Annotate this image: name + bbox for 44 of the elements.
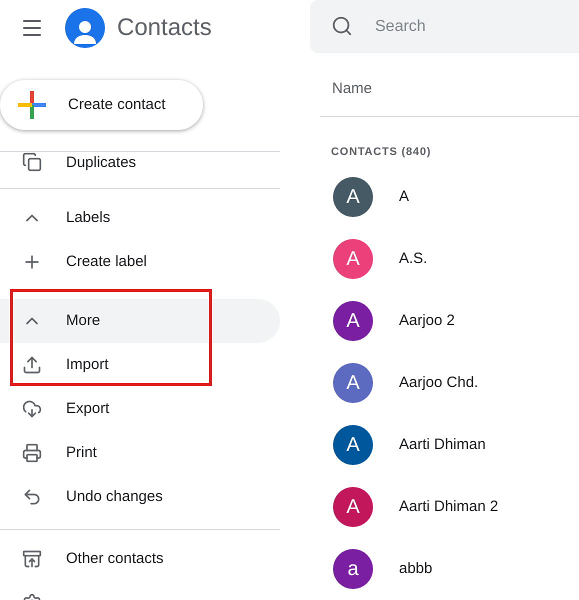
contact-row[interactable]: A A.S. — [320, 228, 579, 290]
app-title: Contacts — [117, 12, 212, 42]
avatar: A — [333, 487, 373, 527]
sidebar-item[interactable]: Duplicates — [0, 152, 280, 188]
contact-row[interactable]: A Aarti Dhiman 2 — [320, 476, 579, 538]
cloud-download-icon — [22, 399, 42, 419]
contact-row[interactable]: A Aarti Dhiman — [320, 414, 579, 476]
plus-icon — [18, 91, 46, 119]
search-icon — [331, 15, 353, 37]
contact-name: A.S. — [399, 248, 428, 269]
sidebar-item[interactable]: Labels — [0, 196, 280, 240]
create-contact-button[interactable]: Create contact — [0, 80, 203, 130]
avatar: A — [333, 425, 373, 465]
sidebar-item[interactable]: Undo changes — [0, 475, 280, 519]
contact-name: Aarjoo Chd. — [399, 372, 478, 393]
duplicates-icon — [22, 152, 42, 172]
contact-name: Aarti Dhiman — [399, 434, 486, 455]
avatar: A — [333, 301, 373, 341]
upload-icon — [22, 355, 42, 375]
avatar: a — [333, 549, 373, 589]
printer-icon — [22, 443, 42, 463]
contact-name: abbb — [399, 558, 432, 579]
avatar: A — [333, 363, 373, 403]
archive-icon — [22, 549, 42, 569]
sidebar-item[interactable]: Import — [0, 343, 280, 387]
contact-name: A — [399, 186, 410, 207]
undo-icon — [22, 487, 42, 507]
contact-row[interactable]: A Aarjoo 2 — [320, 290, 579, 352]
sidebar-item[interactable]: Print — [0, 431, 280, 475]
contact-row[interactable]: A Aarjoo Chd. — [320, 352, 579, 414]
column-header[interactable]: Name — [332, 78, 372, 101]
contact-name: Aarjoo 2 — [399, 310, 455, 331]
avatar: A — [333, 177, 373, 217]
contacts-logo-icon — [65, 8, 105, 48]
sidebar-item[interactable]: More — [0, 299, 280, 343]
contact-row[interactable]: a abbb — [320, 538, 579, 600]
search-field[interactable]: Search — [310, 0, 579, 53]
contact-name: Aarti Dhiman 2 — [399, 496, 498, 517]
section-heading: CONTACTS (840) — [331, 146, 432, 158]
avatar: A — [333, 239, 373, 279]
sidebar-item[interactable]: Create label — [0, 240, 280, 284]
sidebar-item[interactable]: Other contacts — [0, 537, 280, 581]
sidebar-item[interactable]: Export — [0, 387, 280, 431]
contact-row[interactable]: A A — [320, 166, 579, 228]
